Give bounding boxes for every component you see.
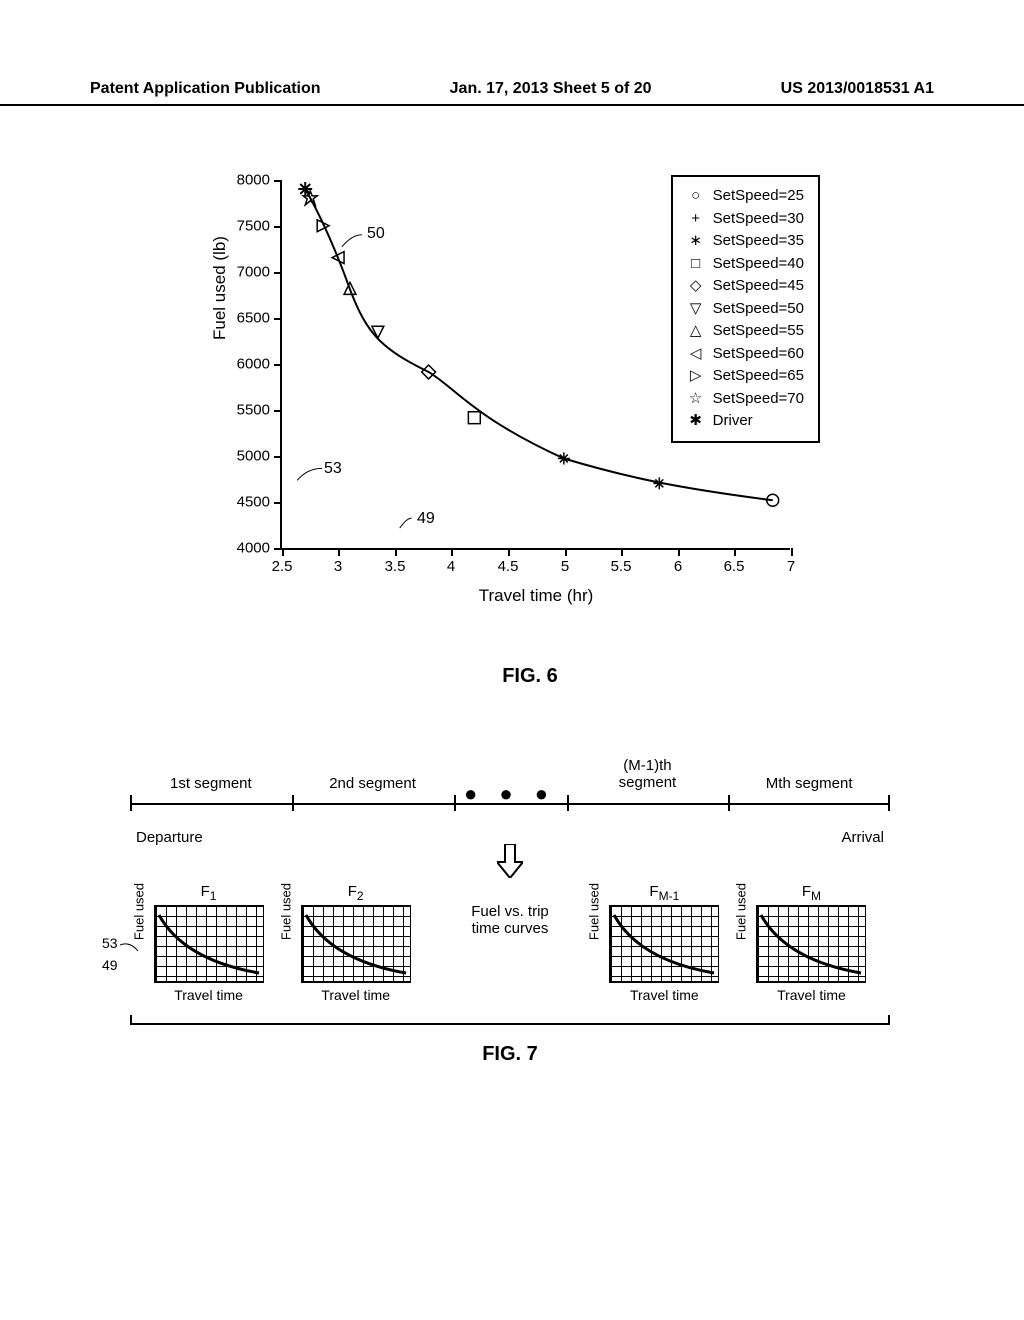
mini-x-axis: Travel time — [283, 987, 428, 1003]
diamond-icon: ◇ — [687, 275, 705, 298]
ytick-label: 5000 — [237, 448, 270, 465]
segment-timeline: 1st segment 2nd segment ● ● ● (M-1)th se… — [130, 775, 890, 823]
legend-item: ∗SetSpeed=35 — [687, 230, 804, 253]
header-left: Patent Application Publication — [90, 80, 321, 98]
legend-item: ◇SetSpeed=45 — [687, 275, 804, 298]
legend-item: ✱Driver — [687, 410, 804, 433]
legend-item: ▷SetSpeed=65 — [687, 365, 804, 388]
legend-item: ▽SetSpeed=50 — [687, 298, 804, 321]
figure-7-box: 1st segment 2nd segment ● ● ● (M-1)th se… — [130, 775, 890, 1015]
mini-chart-m-1: FM-1 Fuel used Travel time — [592, 883, 737, 1003]
fm1-label: FM-1 — [592, 883, 737, 903]
ytick-label: 4500 — [237, 494, 270, 511]
triangle-down-icon: ▽ — [687, 298, 705, 321]
f2-label: F2 — [283, 883, 428, 903]
x-axis-title: Travel time (hr) — [479, 586, 594, 606]
chart-6: Fuel used (lb) 4000 4500 5000 5500 6000 … — [220, 170, 820, 590]
xtick-label: 5 — [561, 558, 569, 575]
ytick-label: 7000 — [237, 264, 270, 281]
mini-y-axis: Fuel used — [734, 883, 749, 940]
xtick-label: 6 — [674, 558, 682, 575]
mini-chart-2: F2 Fuel used Travel time — [283, 883, 428, 1003]
mini-y-axis: Fuel used — [587, 883, 602, 940]
annotation-49: 49 — [417, 510, 435, 528]
header-center: Jan. 17, 2013 Sheet 5 of 20 — [450, 80, 652, 98]
legend-item: ☆SetSpeed=70 — [687, 388, 804, 411]
segment-m: Mth segment — [728, 775, 890, 792]
annotation-50: 50 — [367, 225, 385, 243]
segment-2: 2nd segment — [292, 775, 454, 792]
plus-icon: + — [687, 208, 705, 231]
mini-charts-row: F1 Fuel used Travel time F2 Fuel used Tr… — [130, 883, 890, 1015]
legend-item: +SetSpeed=30 — [687, 208, 804, 231]
figure-7-label: FIG. 7 — [130, 1043, 890, 1066]
arrow-down-icon — [130, 844, 890, 883]
mini-chart-m: FM Fuel used Travel time — [739, 883, 884, 1003]
asterisk-bold-icon: ✱ — [687, 410, 705, 433]
triangle-up-icon: △ — [687, 320, 705, 343]
legend-item: ◁SetSpeed=60 — [687, 343, 804, 366]
fm-label: FM — [739, 883, 884, 903]
triangle-right-icon: ▷ — [687, 365, 705, 388]
figure-6: Fuel used (lb) 4000 4500 5000 5500 6000 … — [190, 170, 870, 688]
asterisk-icon: ∗ — [687, 230, 705, 253]
mini-x-axis: Travel time — [136, 987, 281, 1003]
departure-label: Departure — [136, 829, 203, 846]
xtick-label: 5.5 — [611, 558, 632, 575]
xtick-label: 3 — [334, 558, 342, 575]
xtick-label: 4 — [447, 558, 455, 575]
xtick-label: 3.5 — [385, 558, 406, 575]
triangle-left-icon: ◁ — [687, 343, 705, 366]
page-header: Patent Application Publication Jan. 17, … — [0, 80, 1024, 106]
annotation-53: 53 — [102, 935, 118, 951]
ytick-label: 5500 — [237, 402, 270, 419]
ytick-label: 7500 — [237, 218, 270, 235]
xtick-label: 7 — [787, 558, 795, 575]
mini-y-axis: Fuel used — [278, 883, 293, 940]
mini-y-axis: Fuel used — [131, 883, 146, 940]
legend-item: ○SetSpeed=25 — [687, 185, 804, 208]
mini-chart-1: F1 Fuel used Travel time — [136, 883, 281, 1003]
legend: ○SetSpeed=25 +SetSpeed=30 ∗SetSpeed=35 □… — [671, 175, 820, 443]
segment-m-1: (M-1)th segment — [567, 775, 729, 791]
segment-1: 1st segment — [130, 775, 292, 792]
xtick-label: 6.5 — [724, 558, 745, 575]
arrival-label: Arrival — [841, 829, 884, 846]
xtick-label: 2.5 — [272, 558, 293, 575]
mini-x-axis: Travel time — [739, 987, 884, 1003]
ytick-label: 6000 — [237, 356, 270, 373]
annotation-53: 53 — [324, 460, 342, 478]
circle-icon: ○ — [687, 185, 705, 208]
header-right: US 2013/0018531 A1 — [781, 80, 934, 98]
mini-x-axis: Travel time — [592, 987, 737, 1003]
center-caption: Fuel vs. trip time curves — [430, 883, 590, 937]
figure-7: 1st segment 2nd segment ● ● ● (M-1)th se… — [130, 775, 890, 1066]
figure-6-label: FIG. 6 — [190, 665, 870, 688]
legend-item: △SetSpeed=55 — [687, 320, 804, 343]
y-axis-title: Fuel used (lb) — [210, 236, 230, 340]
ytick-label: 4000 — [237, 540, 270, 557]
star-icon: ☆ — [687, 388, 705, 411]
xtick-label: 4.5 — [498, 558, 519, 575]
ytick-label: 6500 — [237, 310, 270, 327]
legend-item: □SetSpeed=40 — [687, 253, 804, 276]
f1-label: F1 — [136, 883, 281, 903]
annotation-49: 49 — [102, 957, 118, 973]
square-icon: □ — [687, 253, 705, 276]
ytick-label: 8000 — [237, 172, 270, 189]
